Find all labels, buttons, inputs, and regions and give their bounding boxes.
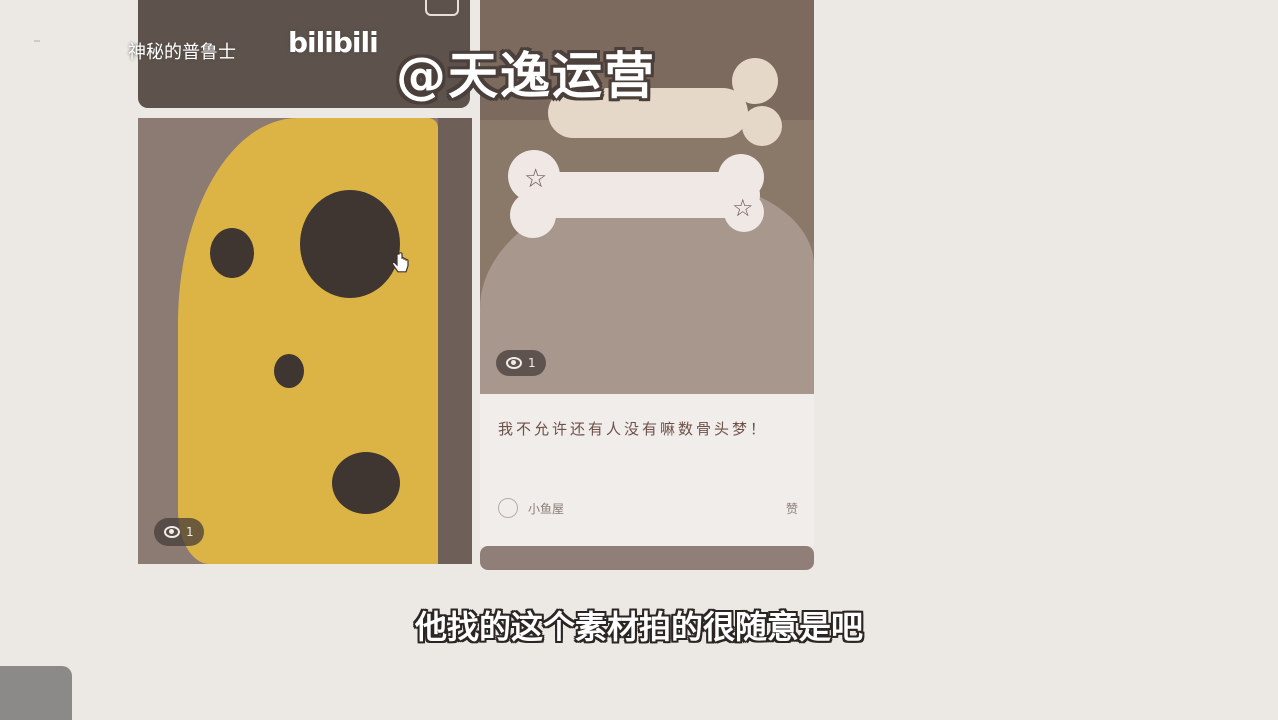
star-icon: ☆ [524,164,548,194]
eye-icon [164,526,180,538]
card-sticker-icon [425,0,459,16]
uploader-watermark: 神秘的普鲁士 [128,42,236,63]
author-name[interactable]: 小鱼屋 [528,500,564,517]
cheese-hole [210,228,254,278]
card-title[interactable]: 我不允许还有人没有嘛数骨头梦！ [498,414,798,444]
cheese-hole [274,354,304,388]
star-icon: ☆ [732,194,754,222]
cheese-toy-image [178,118,438,564]
feed-card-next[interactable] [480,546,814,570]
card-author-row: 小鱼屋 赞 [498,496,798,520]
card-image [138,118,472,564]
cheese-edge-shadow [438,118,472,564]
video-subtitle: 他找的这个素材拍的很随意是吧 [414,608,863,646]
eye-icon [506,357,522,369]
corner-widget[interactable] [0,666,72,720]
bilibili-logo: bilibili [288,26,379,59]
view-count-badge: 1 [154,518,204,546]
hand-cursor-icon [391,252,409,273]
avatar[interactable] [498,498,518,518]
view-count-badge: 1 [496,350,546,376]
bone-toy-end [732,58,778,104]
cheese-hole [300,190,400,298]
cheese-hole [332,452,400,514]
view-count: 1 [528,356,536,370]
widget-indicator [34,40,40,42]
feed-card-cheese[interactable]: 1 [138,118,472,564]
bone-toy-end [510,192,556,238]
like-button[interactable]: 赞 [786,500,798,517]
bone-toy-end [742,106,782,146]
view-count: 1 [186,525,194,539]
channel-watermark: @天逸运营 [396,47,656,105]
